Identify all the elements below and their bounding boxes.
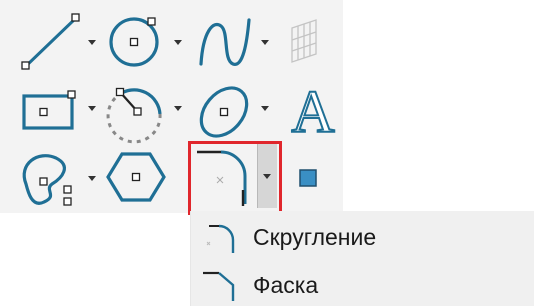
text-tool-button[interactable]: A <box>283 78 343 146</box>
menu-item-label: Скругление <box>253 224 377 250</box>
point-icon <box>299 169 317 187</box>
selection-highlight <box>188 141 282 215</box>
menu-item-chamfer[interactable]: Фаска <box>191 267 534 305</box>
hatch-icon <box>291 19 317 63</box>
polygon-tool-button[interactable] <box>106 150 166 204</box>
fillet-icon <box>206 224 235 253</box>
circle-tool-button[interactable] <box>105 14 165 70</box>
ellipse-tool-button[interactable] <box>194 82 256 140</box>
text-icon-letter: A <box>291 79 334 145</box>
text-icon: A <box>290 78 335 146</box>
ellipse-tool-dropdown[interactable] <box>261 106 269 111</box>
fillet-dropdown-menu: Скругление Фаска <box>190 211 534 306</box>
spline-tool-dropdown[interactable] <box>261 40 269 45</box>
contour-tool-button[interactable] <box>14 148 80 208</box>
rectangle-icon <box>22 90 76 130</box>
rectangle-tool-dropdown[interactable] <box>88 106 96 111</box>
polygon-icon <box>106 152 166 202</box>
drawing-toolbar: A <box>0 0 343 215</box>
circle-icon <box>109 17 159 67</box>
rectangle-tool-button[interactable] <box>18 88 82 134</box>
hatch-tool-button <box>286 16 326 66</box>
contour-tool-dropdown[interactable] <box>88 176 96 181</box>
contour-icon <box>22 154 72 206</box>
line-tool-dropdown[interactable] <box>88 40 96 45</box>
arc-tool-button[interactable] <box>104 80 170 144</box>
line-icon <box>21 13 80 70</box>
arc-icon <box>106 87 162 144</box>
spline-tool-button[interactable] <box>195 12 257 72</box>
chamfer-icon <box>203 271 235 301</box>
circle-tool-dropdown[interactable] <box>174 40 182 45</box>
menu-item-fillet[interactable]: Скругление <box>191 219 534 257</box>
point-tool-button[interactable] <box>298 168 320 190</box>
line-tool-button[interactable] <box>14 12 84 72</box>
arc-tool-dropdown[interactable] <box>174 106 182 111</box>
spline-icon <box>199 18 251 66</box>
menu-item-label: Фаска <box>253 272 319 298</box>
ellipse-icon <box>199 86 249 138</box>
